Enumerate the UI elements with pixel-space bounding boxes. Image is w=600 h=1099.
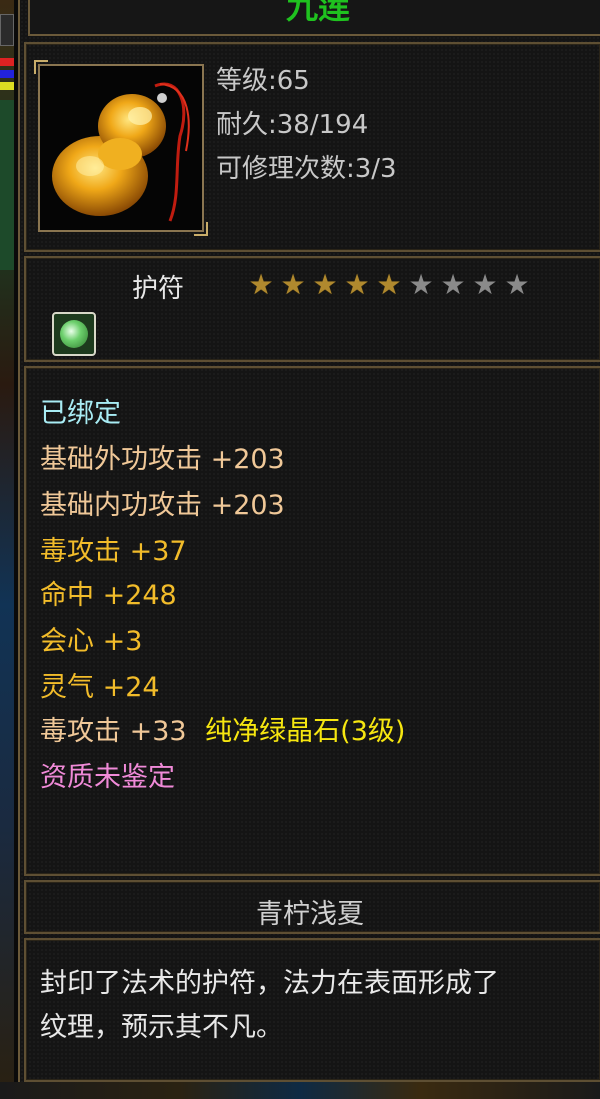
item-repair-count: 可修理次数:3/3 (216, 154, 397, 184)
star-filled-icon: ★ (312, 268, 338, 301)
hud-fragment (0, 14, 14, 46)
attr-poison-attack: 毒攻击 +37 (40, 536, 187, 567)
amber-gourd-pendant-icon (52, 82, 190, 222)
star-empty-icon: ★ (440, 268, 466, 301)
game-hud-edge (0, 0, 14, 1099)
item-level: 等级:65 (216, 66, 310, 96)
quality-status: 资质未鉴定 (40, 762, 175, 793)
minimap-fragment (0, 100, 14, 270)
attr-critical: 会心 +3 (40, 626, 143, 657)
item-attributes-panel (24, 366, 600, 876)
gem-name: 纯净绿晶石(3级) (205, 716, 406, 747)
gem-attribute-line: 毒攻击 +33 纯净绿晶石(3级) (40, 716, 405, 748)
item-title-bar: 九莲 (28, 0, 600, 36)
gem-bonus-stat: 毒攻击 +33 (40, 716, 187, 747)
attr-spirit: 灵气 +24 (40, 672, 160, 703)
mp-bar-fragment (0, 70, 14, 78)
attr-base-internal-attack: 基础内功攻击 +203 (40, 490, 285, 521)
attr-accuracy: 命中 +248 (40, 580, 177, 611)
star-rating: ★ ★ ★ ★ ★ ★ ★ ★ ★ (246, 270, 532, 300)
star-filled-icon: ★ (344, 268, 370, 301)
attr-base-external-attack: 基础外功攻击 +203 (40, 444, 285, 475)
star-filled-icon: ★ (376, 268, 402, 301)
description-line-2: 纹理，预示其不凡。 (40, 1012, 283, 1043)
hp-bar-fragment (0, 58, 14, 66)
star-filled-icon: ★ (280, 268, 306, 301)
star-empty-icon: ★ (408, 268, 434, 301)
bound-status: 已绑定 (40, 398, 121, 429)
item-tooltip: 九莲 等级:65 耐久:38/194 可修理次数:3/3 护符 ★ ★ ★ ★ … (18, 0, 600, 1092)
energy-bar-fragment (0, 82, 14, 90)
item-owner: 青柠浅夏 (256, 899, 364, 930)
star-filled-icon: ★ (248, 268, 274, 301)
star-empty-icon: ★ (504, 268, 530, 301)
star-empty-icon: ★ (472, 268, 498, 301)
green-crystal-gem-icon[interactable] (52, 312, 96, 356)
item-durability: 耐久:38/194 (216, 110, 369, 140)
item-type: 护符 (132, 274, 185, 304)
item-icon-frame (34, 60, 208, 236)
description-line-1: 封印了法术的护符，法力在表面形成了 (40, 968, 499, 999)
item-name: 九莲 (285, 0, 350, 26)
game-hotbar-edge (0, 1082, 600, 1099)
